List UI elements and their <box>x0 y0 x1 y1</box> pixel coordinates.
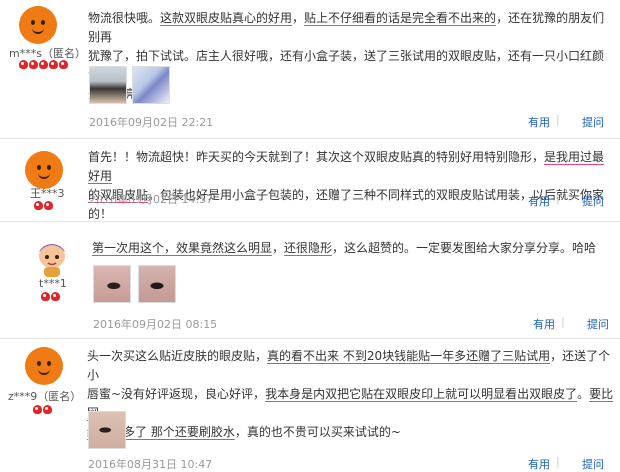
review-photo[interactable] <box>93 265 131 303</box>
reviewer-name: t***1 <box>39 277 67 290</box>
review-line: 头一次买这么贴近皮肤的眼皮贴，真的看不出来 不到20块钱能贴一年多还赠了三贴试用… <box>87 349 611 382</box>
link-divider: | <box>556 192 560 205</box>
review-date: 2016年09月02日 08:15 <box>93 318 218 331</box>
ask-link[interactable]: 提问 <box>582 456 604 472</box>
rating-hearts <box>33 405 53 414</box>
link-divider: | <box>556 455 560 468</box>
review-line: 纱的好多了 那个还要刷胶水，真的也不贵可以买来试试的~ <box>87 425 401 439</box>
review-date: 2016年09月02日 22:21 <box>89 116 214 129</box>
review-line: 第一次用这个，效果竟然这么明显，还很隐形，这么超赞的。一定要发图给大家分享分享。… <box>92 241 597 255</box>
baby-avatar <box>39 244 65 277</box>
review-item: z***9（匿名） 头一次买这么贴近皮肤的眼皮贴，真的看不出来 不到20块钱能贴… <box>0 339 620 472</box>
avatar <box>25 151 63 189</box>
review-line: 物流很快哦。这款双眼皮贴真心的好用，贴上不仔细看的话是完全看不出来的，还在犹豫的… <box>88 11 605 44</box>
review-text: 第一次用这个，效果竟然这么明显，还很隐形，这么超赞的。一定要发图给大家分享分享。… <box>92 239 612 258</box>
review-photo[interactable] <box>138 265 176 303</box>
ask-link[interactable]: 提问 <box>587 316 609 332</box>
review-text: 头一次买这么贴近皮肤的眼皮贴，真的看不出来 不到20块钱能贴一年多还赠了三贴试用… <box>87 347 617 442</box>
link-divider: | <box>556 113 560 126</box>
useful-link[interactable]: 有用 <box>528 193 550 209</box>
review-photo[interactable] <box>88 411 126 449</box>
useful-link[interactable]: 有用 <box>528 114 550 130</box>
review-line: 首先！！物流超快！昨天买的今天就到了！其次这个双眼皮贴真的特别好用特别隐形，是我… <box>88 150 605 183</box>
reviewer-name: m***s（匿名） <box>9 47 86 60</box>
link-divider: | <box>561 315 565 328</box>
rating-hearts <box>41 292 61 301</box>
useful-link[interactable]: 有用 <box>528 456 550 472</box>
review-photo[interactable] <box>132 66 170 104</box>
reviewer-name: z***9（匿名） <box>8 390 82 403</box>
rating-hearts <box>34 201 54 210</box>
ask-link[interactable]: 提问 <box>582 193 604 209</box>
review-line: 唇蜜~没有好评返现，良心好评，我本身是内双把它贴在双眼皮印上就可以明显看出双眼皮… <box>87 387 614 420</box>
review-photo[interactable] <box>89 66 127 104</box>
review-item: m***s（匿名） 物流很快哦。这款双眼皮贴真心的好用，贴上不仔细看的话是完全看… <box>0 0 620 138</box>
review-item: 王***3 首先！！物流超快！昨天买的今天就到了！其次这个双眼皮贴真的特别好用特… <box>0 139 620 221</box>
ask-link[interactable]: 提问 <box>582 114 604 130</box>
useful-link[interactable]: 有用 <box>533 316 555 332</box>
review-item: t***1 第一次用这个，效果竟然这么明显，还很隐形，这么超赞的。一定要发图给大… <box>0 222 620 338</box>
avatar <box>19 6 57 44</box>
rating-hearts <box>19 60 69 69</box>
reviewer-name: 王***3 <box>30 187 65 200</box>
review-date: 2016年09月02日 14:57 <box>89 193 214 206</box>
review-text: 首先！！物流超快！昨天买的今天就到了！其次这个双眼皮贴真的特别好用特别隐形，是我… <box>88 148 613 224</box>
review-date: 2016年08月31日 10:47 <box>88 458 213 471</box>
avatar <box>25 347 63 385</box>
